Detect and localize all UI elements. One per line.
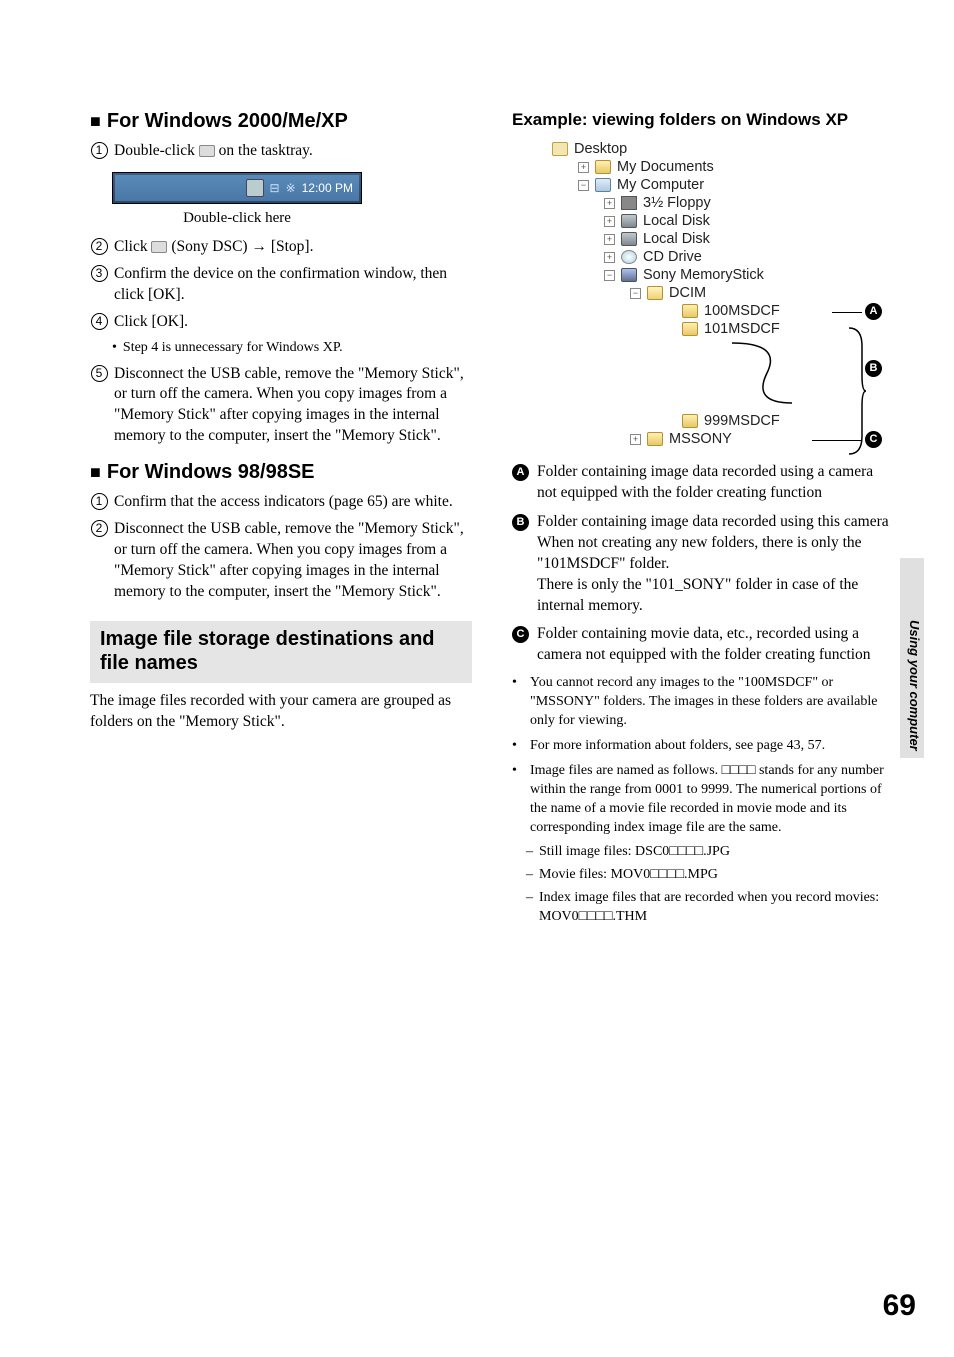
tree-label: 101MSDCF (704, 321, 780, 337)
expand-icon: + (604, 198, 615, 209)
section-intro: The image files recorded with your camer… (90, 691, 472, 733)
dash-icon: – (526, 843, 533, 862)
step-3-text: Confirm the device on the confirmation w… (114, 264, 472, 306)
desc-A: Folder containing image data recorded us… (537, 462, 894, 504)
heading-text: For Windows 2000/Me/XP (107, 110, 348, 132)
step-4-marker: 4 (91, 313, 108, 330)
expand-icon: + (578, 162, 589, 173)
dash-icon: – (526, 866, 533, 885)
bullet-2: For more information about folders, see … (530, 737, 825, 756)
collapse-icon: − (578, 180, 589, 191)
heading-text: For Windows 98/98SE (107, 461, 315, 483)
tree-label: My Documents (617, 159, 714, 175)
label-C-icon: C (512, 626, 529, 643)
filename-index: Index image files that are recorded when… (539, 889, 894, 927)
bullet-dot-icon: • (512, 762, 522, 838)
disk-icon (621, 232, 637, 246)
memorystick-icon (621, 268, 637, 282)
folder-open-icon (647, 286, 663, 300)
step-2-marker: 2 (91, 238, 108, 255)
floppy-icon (621, 196, 637, 210)
page-number: 69 (883, 1289, 916, 1323)
w98-step-1-text: Confirm that the access indicators (page… (114, 492, 472, 513)
tree-label: Local Disk (643, 213, 710, 229)
arrow-right-icon: → (251, 238, 270, 255)
square-bullet-icon: ■ (90, 111, 101, 131)
leader-line (832, 312, 862, 313)
tasktray-caption: Double-click here (112, 210, 362, 227)
tree-label: 999MSDCF (704, 413, 780, 429)
label-C-icon: C (865, 431, 882, 448)
bullet-3: Image files are named as follows. □□□□ s… (530, 762, 894, 838)
expand-icon: + (604, 252, 615, 263)
heading-win2000: ■ For Windows 2000/Me/XP (90, 110, 472, 133)
folder-icon (647, 432, 663, 446)
desktop-icon (552, 142, 568, 156)
step-4-note: Step 4 is unnecessary for Windows XP. (123, 339, 343, 358)
leader-line (812, 440, 862, 441)
tree-label: My Computer (617, 177, 704, 193)
sony-dsc-icon (151, 241, 167, 253)
unplug-hardware-icon (199, 145, 215, 157)
tasktray-screenshot: ⊟ ※ 12:00 PM (112, 172, 362, 204)
tree-label: Sony MemoryStick (643, 267, 764, 283)
collapse-icon: − (604, 270, 615, 281)
tray-icon-2: ⊟ (270, 181, 280, 195)
step-5-marker: 5 (91, 365, 108, 382)
label-A-icon: A (865, 303, 882, 320)
computer-icon (595, 178, 611, 192)
step-4-text: Click [OK]. (114, 312, 472, 333)
example-heading: Example: viewing folders on Windows XP (512, 110, 894, 130)
disk-icon (621, 214, 637, 228)
cd-drive-icon (621, 250, 637, 264)
w98-step-2-text: Disconnect the USB cable, remove the "Me… (114, 519, 472, 603)
section-box-title: Image file storage destinations and file… (100, 627, 462, 675)
tray-icon-3: ※ (286, 181, 296, 195)
bullet-dot-icon: • (512, 674, 522, 731)
tree-label: 100MSDCF (704, 303, 780, 319)
expand-icon: + (604, 216, 615, 227)
filename-movie: Movie files: MOV0□□□□.MPG (539, 866, 718, 885)
folder-tree-screenshot: Desktop + My Documents − My Computer +3½ F… (552, 140, 852, 448)
heading-win98: ■ For Windows 98/98SE (90, 461, 472, 484)
w98-step-1-marker: 1 (91, 493, 108, 510)
dash-icon: – (526, 889, 533, 927)
expand-icon: + (604, 234, 615, 245)
label-B-icon: B (512, 514, 529, 531)
tray-usb-icon (246, 179, 264, 197)
folder-icon (595, 160, 611, 174)
expand-icon: + (630, 434, 641, 445)
tray-clock: 12:00 PM (302, 181, 353, 195)
folder-icon (682, 322, 698, 336)
desc-C: Folder containing movie data, etc., reco… (537, 624, 894, 666)
step-3-marker: 3 (91, 265, 108, 282)
tree-label: 3½ Floppy (643, 195, 711, 211)
bullet-dot-icon: • (512, 737, 522, 756)
tree-label: CD Drive (643, 249, 702, 265)
square-bullet-icon: ■ (90, 462, 101, 482)
bullet-dot-icon: • (112, 339, 117, 358)
folder-icon (682, 414, 698, 428)
tree-label: MSSONY (669, 431, 732, 447)
bullet-1: You cannot record any images to the "100… (530, 674, 894, 731)
filename-still: Still image files: DSC0□□□□.JPG (539, 843, 730, 862)
collapse-icon: − (630, 288, 641, 299)
w98-step-2-marker: 2 (91, 520, 108, 537)
tree-label: Desktop (574, 141, 627, 157)
label-A-icon: A (512, 464, 529, 481)
ellipsis-curve-icon (722, 338, 802, 408)
step-5-text: Disconnect the USB cable, remove the "Me… (114, 364, 472, 448)
folder-icon (682, 304, 698, 318)
side-tab-label: Using your computer (907, 620, 922, 751)
step-1-marker: 1 (91, 142, 108, 159)
tree-label: Local Disk (643, 231, 710, 247)
section-box: Image file storage destinations and file… (90, 621, 472, 683)
step-2-text: Click (Sony DSC) → [Stop]. (114, 237, 472, 258)
tree-label: DCIM (669, 285, 706, 301)
desc-B: Folder containing image data recorded us… (537, 512, 894, 617)
step-1-text: Double-click on the tasktray. (114, 141, 472, 162)
label-B-icon: B (865, 360, 882, 377)
